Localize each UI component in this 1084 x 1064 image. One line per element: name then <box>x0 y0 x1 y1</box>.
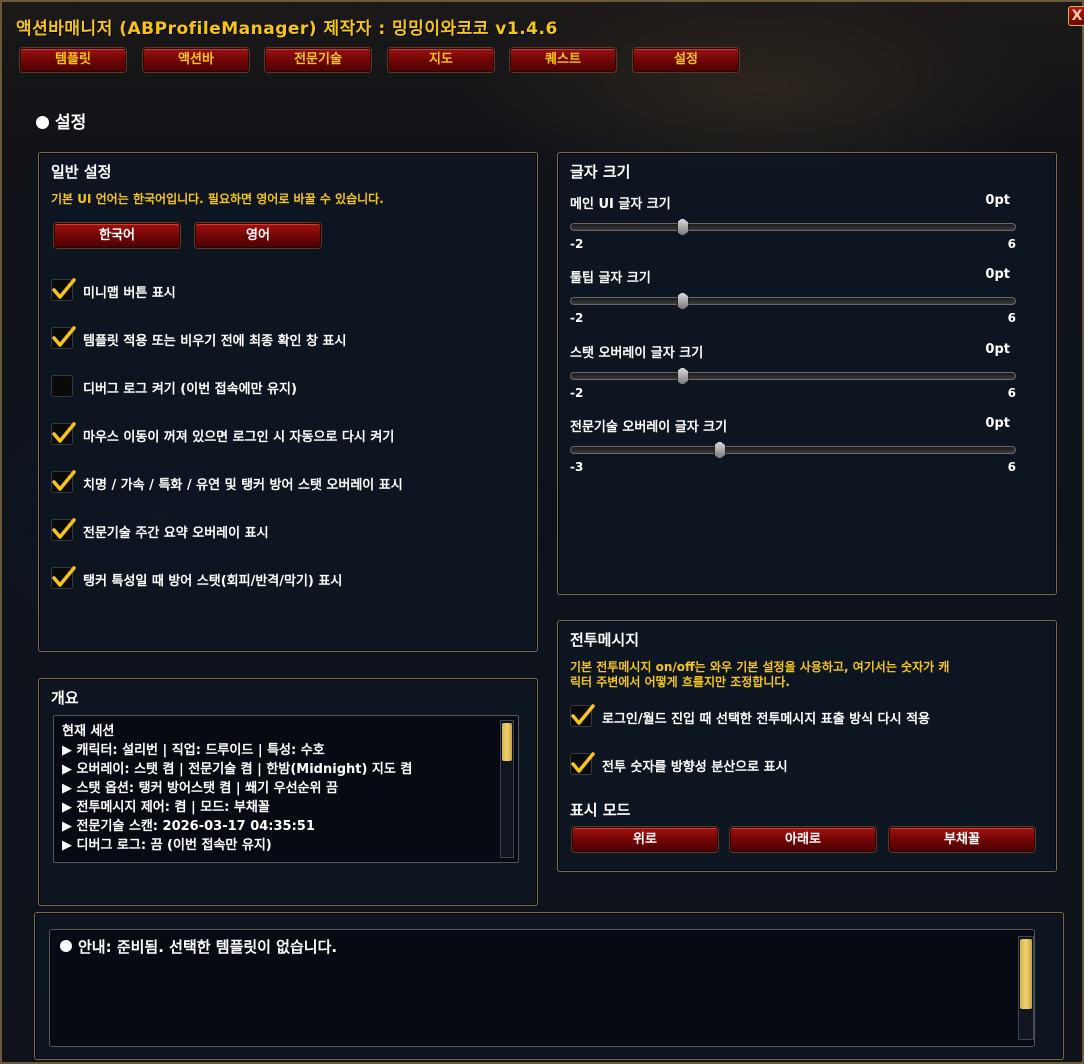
tab-quest[interactable]: 퀘스트 <box>510 48 616 72</box>
directional-spread-label: 전투 숫자를 방향성 분산으로 표시 <box>602 760 788 775</box>
slider-stat-overlay: 스탯 오버레이 글자 크기 0pt -2 6 <box>570 342 1022 412</box>
slider-main-ui: 메인 UI 글자 크기 0pt -2 6 <box>570 193 1022 263</box>
reapply-combat-checkbox[interactable] <box>570 704 595 727</box>
tab-actionbar[interactable]: 액션바 <box>143 48 249 72</box>
mouse-move-checkbox[interactable] <box>51 422 76 445</box>
slider-profession-overlay-track[interactable] <box>570 446 1016 454</box>
summary-line: ▶ 스탯 옵션: 탱커 방어스탯 켬 | 쐐기 우선순위 끔 <box>62 781 338 796</box>
slider-profession-overlay: 전문기술 오버레이 글자 크기 0pt -3 6 <box>570 416 1022 486</box>
check-icon <box>52 470 76 491</box>
font-size-panel: 글자 크기 메인 UI 글자 크기 0pt -2 6 툴팁 글자 크기 0pt … <box>557 152 1057 595</box>
slider-stat-overlay-value: 0pt <box>985 342 1010 357</box>
close-button[interactable]: X <box>1068 6 1084 26</box>
slider-stat-overlay-thumb[interactable] <box>676 367 689 385</box>
language-description: 기본 UI 언어는 한국어입니다. 필요하면 영어로 바꿀 수 있습니다. <box>51 192 384 206</box>
window-title: 액션바매니저 (ABProfileManager) 제작자 : 밍밍이와코코 v… <box>16 19 558 39</box>
slider-main-ui-min: -2 <box>570 237 584 251</box>
tank-defense-label: 탱커 특성일 때 방어 스탯(회피/반격/막기) 표시 <box>83 574 343 589</box>
summary-scroll-thumb[interactable] <box>502 723 512 761</box>
slider-profession-overlay-thumb[interactable] <box>713 441 726 459</box>
summary-scrollbar[interactable] <box>500 720 514 858</box>
check-icon <box>52 422 76 443</box>
notice-text: 안내: 준비됨. 선택한 템플릿이 없습니다. <box>78 938 338 956</box>
slider-profession-overlay-label: 전문기술 오버레이 글자 크기 <box>570 420 728 435</box>
slider-tooltip-max: 6 <box>1007 311 1016 325</box>
slider-stat-overlay-label: 스탯 오버레이 글자 크기 <box>570 346 704 361</box>
slider-stat-overlay-track[interactable] <box>570 372 1016 380</box>
slider-tooltip-min: -2 <box>570 311 584 325</box>
session-summary-box: 현재 세션 ▶ 캐릭터: 설리번 | 직업: 드루이드 | 특성: 수호 ▶ 오… <box>53 715 519 863</box>
debug-log-label: 디버그 로그 켜기 (이번 접속에만 유지) <box>83 382 297 397</box>
slider-tooltip-value: 0pt <box>985 267 1010 282</box>
page-title: 설정 <box>36 108 86 133</box>
minimap-checkbox[interactable] <box>51 278 76 301</box>
general-settings-title: 일반 설정 <box>51 163 112 181</box>
slider-main-ui-track[interactable] <box>570 223 1016 231</box>
mouse-move-label: 마우스 이동이 꺼져 있으면 로그인 시 자동으로 다시 켜기 <box>83 430 395 445</box>
slider-tooltip-thumb[interactable] <box>676 292 689 310</box>
stat-overlay-checkbox[interactable] <box>51 470 76 493</box>
notice-message: 안내: 준비됨. 선택한 템플릿이 없습니다. <box>60 936 337 957</box>
reapply-combat-label: 로그인/월드 진입 때 선택한 전투메시지 표출 방식 다시 적용 <box>602 712 930 727</box>
notice-box: 안내: 준비됨. 선택한 템플릿이 없습니다. <box>49 929 1035 1047</box>
summary-line: ▶ 캐릭터: 설리번 | 직업: 드루이드 | 특성: 수호 <box>62 743 325 758</box>
tab-settings[interactable]: 설정 <box>633 48 739 72</box>
slider-profession-overlay-value: 0pt <box>985 416 1010 431</box>
slider-tooltip-track[interactable] <box>570 297 1016 305</box>
slider-stat-overlay-min: -2 <box>570 386 584 400</box>
tab-profession[interactable]: 전문기술 <box>265 48 371 72</box>
slider-tooltip: 툴팁 글자 크기 0pt -2 6 <box>570 267 1022 337</box>
directional-spread-checkbox[interactable] <box>570 752 595 775</box>
overview-title: 개요 <box>51 689 79 707</box>
slider-main-ui-value: 0pt <box>985 193 1010 208</box>
check-icon <box>52 566 76 587</box>
slider-profession-overlay-max: 6 <box>1007 460 1016 474</box>
slider-tooltip-label: 툴팁 글자 크기 <box>570 271 651 286</box>
confirm-dialog-label: 템플릿 적용 또는 비우기 전에 최종 확인 창 표시 <box>83 334 347 349</box>
font-size-title: 글자 크기 <box>570 163 631 181</box>
slider-stat-overlay-max: 6 <box>1007 386 1016 400</box>
summary-line: ▶ 디버그 로그: 끔 (이번 접속만 유지) <box>62 838 272 853</box>
confirm-dialog-checkbox[interactable] <box>51 326 76 349</box>
check-icon <box>571 752 595 773</box>
minimap-label: 미니맵 버튼 표시 <box>83 286 176 301</box>
general-settings-panel: 일반 설정 기본 UI 언어는 한국어입니다. 필요하면 영어로 바꿀 수 있습… <box>38 152 538 652</box>
slider-main-ui-thumb[interactable] <box>676 218 689 236</box>
check-icon <box>52 518 76 539</box>
slider-main-ui-label: 메인 UI 글자 크기 <box>570 197 671 212</box>
notice-scrollbar[interactable] <box>1018 936 1034 1040</box>
tab-template[interactable]: 템플릿 <box>20 48 126 72</box>
mode-down-button[interactable]: 아래로 <box>730 827 876 852</box>
display-mode-title: 표시 모드 <box>570 801 631 819</box>
mode-fan-button[interactable]: 부채꼴 <box>889 827 1035 852</box>
profession-summary-label: 전문기술 주간 요약 오버레이 표시 <box>83 526 269 541</box>
overview-panel: 개요 현재 세션 ▶ 캐릭터: 설리번 | 직업: 드루이드 | 특성: 수호 … <box>38 678 538 906</box>
addon-window: 액션바매니저 (ABProfileManager) 제작자 : 밍밍이와코코 v… <box>0 0 1084 1064</box>
tab-map[interactable]: 지도 <box>388 48 494 72</box>
bullet-icon <box>60 940 72 952</box>
mode-up-button[interactable]: 위로 <box>572 827 718 852</box>
slider-profession-overlay-min: -3 <box>570 460 584 474</box>
combat-description-line2: 릭터 주변에서 어떻게 흐를지만 조정합니다. <box>570 675 790 689</box>
check-icon <box>52 278 76 299</box>
summary-line: ▶ 전문기술 스캔: 2026-03-17 04:35:51 <box>62 819 315 834</box>
check-icon <box>571 704 595 725</box>
page-title-text: 설정 <box>55 113 87 133</box>
profession-summary-checkbox[interactable] <box>51 518 76 541</box>
notice-scroll-thumb[interactable] <box>1020 939 1032 1009</box>
notice-panel: 안내: 준비됨. 선택한 템플릿이 없습니다. <box>34 912 1064 1060</box>
summary-line: ▶ 전투메시지 제어: 켬 | 모드: 부채꼴 <box>62 800 270 815</box>
korean-button[interactable]: 한국어 <box>54 223 180 248</box>
combat-message-title: 전투메시지 <box>570 631 640 649</box>
stat-overlay-label: 치명 / 가속 / 특화 / 유연 및 탱커 방어 스탯 오버레이 표시 <box>83 478 403 493</box>
check-icon <box>52 326 76 347</box>
summary-line: ▶ 오버레이: 스탯 켬 | 전문기술 켬 | 한밤(Midnight) 지도 … <box>62 762 413 777</box>
tank-defense-checkbox[interactable] <box>51 566 76 589</box>
debug-log-checkbox[interactable] <box>51 375 73 397</box>
combat-message-panel: 전투메시지 기본 전투메시지 on/off는 와우 기본 설정을 사용하고, 여… <box>557 620 1057 872</box>
bullet-icon <box>36 116 49 129</box>
slider-main-ui-max: 6 <box>1007 237 1016 251</box>
summary-line: 현재 세션 <box>62 724 115 739</box>
english-button[interactable]: 영어 <box>195 223 321 248</box>
